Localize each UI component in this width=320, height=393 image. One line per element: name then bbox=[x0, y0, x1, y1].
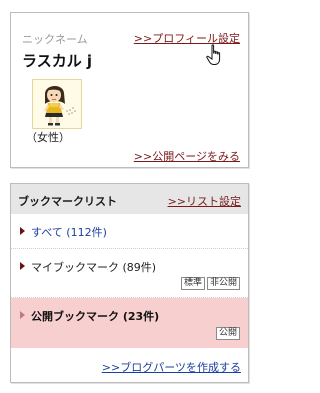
list-item-label[interactable]: すべて (112件) bbox=[31, 224, 107, 240]
page: ニックネーム >>プロフィール設定 ラスカル j （女性） >>公開ページをみる… bbox=[0, 0, 260, 393]
private-badge: 非公開 bbox=[206, 277, 240, 290]
list-item-label: 公開ブックマーク (23件) bbox=[31, 310, 160, 323]
username: ラスカル j bbox=[22, 52, 93, 70]
bookmark-list-header: ブックマークリスト >>リスト設定 bbox=[11, 184, 248, 214]
list-item-all[interactable]: すべて (112件) bbox=[11, 214, 248, 249]
standard-badge: 標準 bbox=[180, 277, 205, 290]
badge-group: 標準 非公開 bbox=[180, 277, 240, 290]
hand-pointer-icon bbox=[206, 44, 221, 65]
nickname-label: ニックネーム bbox=[22, 33, 88, 46]
triangle-right-icon bbox=[20, 262, 25, 270]
triangle-right-icon bbox=[20, 311, 25, 319]
list-item-public-bookmarks[interactable]: 公開ブックマーク (23件) 公開 bbox=[11, 298, 248, 348]
profile-settings-link[interactable]: >>プロフィール設定 bbox=[134, 30, 240, 46]
girl-avatar-icon[interactable] bbox=[32, 79, 82, 129]
list-settings-link[interactable]: >>リスト設定 bbox=[168, 193, 241, 209]
create-blog-parts-link[interactable]: >>ブログパーツを作成する bbox=[102, 359, 241, 375]
gender-label: （女性） bbox=[26, 131, 70, 144]
badge-group: 公開 bbox=[215, 327, 240, 340]
bookmark-list-title: ブックマークリスト bbox=[18, 195, 117, 208]
avatar-illustration bbox=[33, 80, 81, 128]
public-page-link[interactable]: >>公開ページをみる bbox=[134, 148, 240, 164]
list-item-my-bookmarks[interactable]: マイブックマーク (89件) 標準 非公開 bbox=[11, 249, 248, 298]
triangle-right-icon bbox=[20, 227, 25, 235]
list-item-label[interactable]: マイブックマーク (89件) bbox=[31, 259, 156, 275]
bookmark-list-card: ブックマークリスト >>リスト設定 すべて (112件) マイブックマーク (8… bbox=[10, 183, 249, 383]
public-badge: 公開 bbox=[215, 327, 240, 340]
profile-card: ニックネーム >>プロフィール設定 ラスカル j （女性） >>公開ページをみる bbox=[10, 12, 249, 168]
